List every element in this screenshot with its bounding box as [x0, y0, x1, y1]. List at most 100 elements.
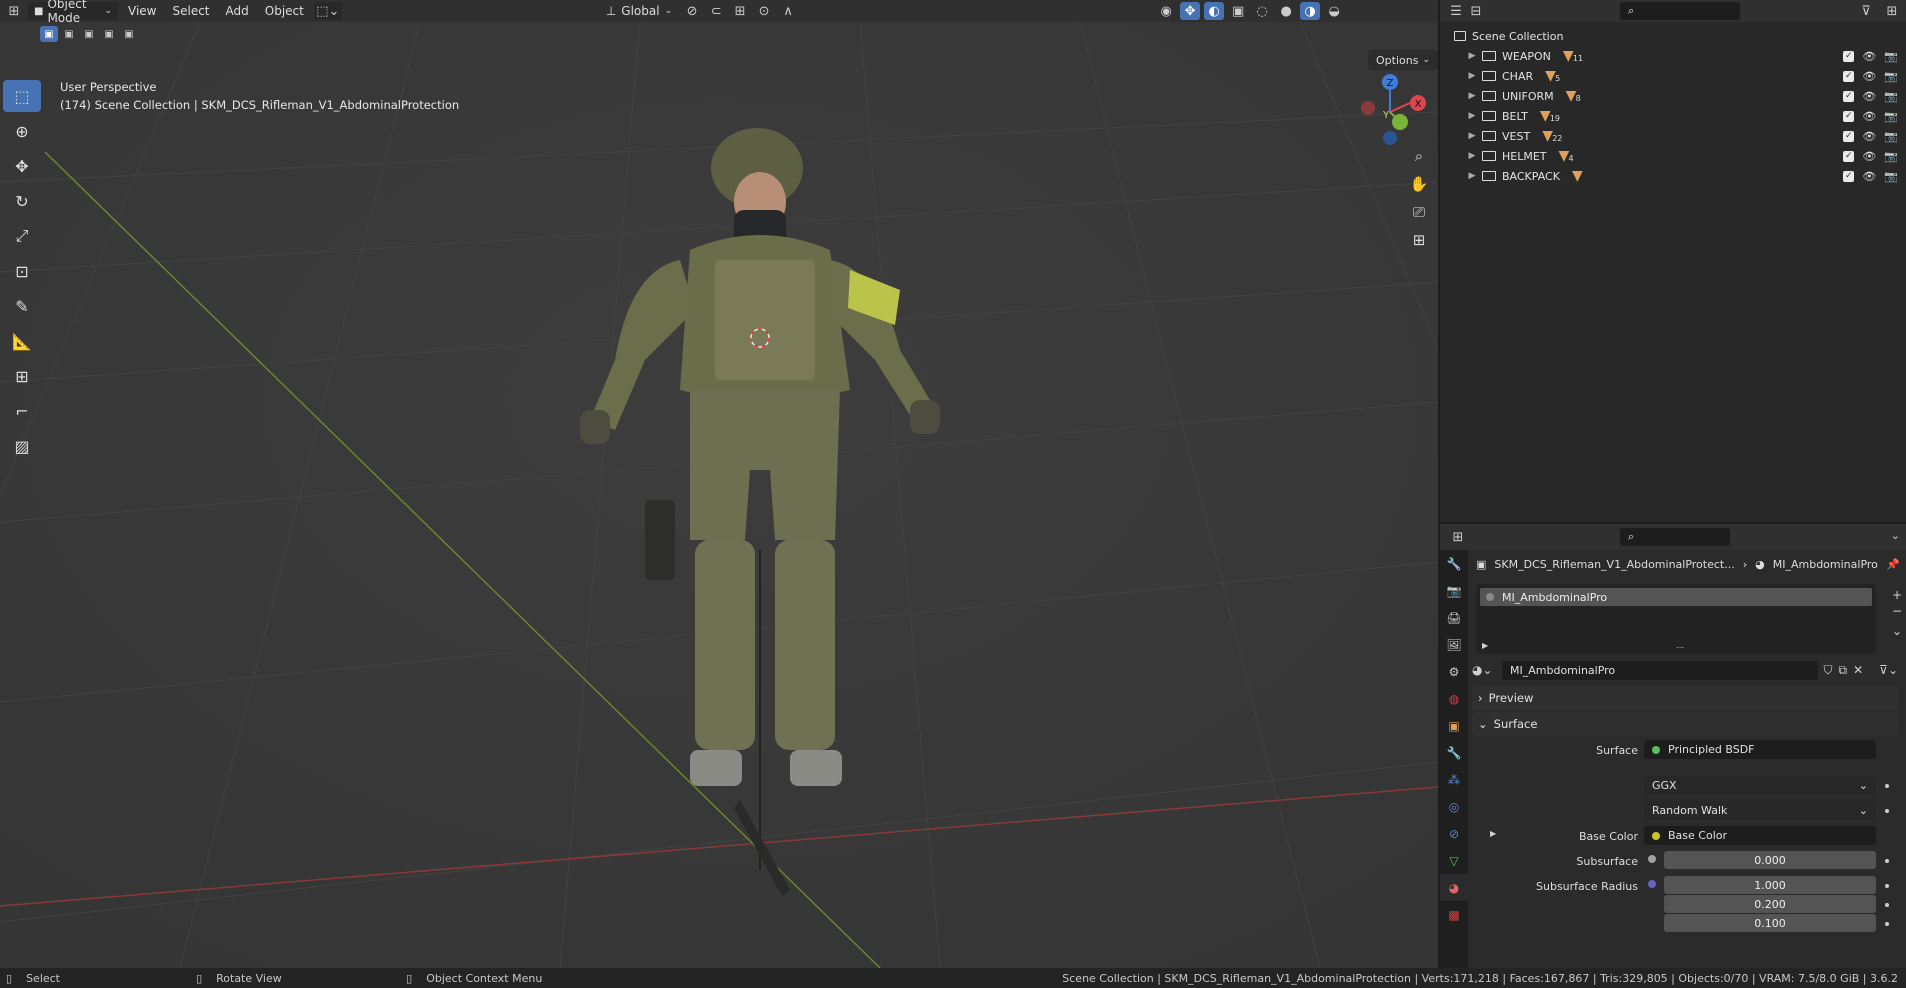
constraints-tab-icon[interactable]: ⊘ — [1440, 820, 1468, 847]
menu-object[interactable]: Object — [259, 2, 310, 20]
render-tab-icon[interactable]: 📷 — [1440, 577, 1468, 604]
pan-hand-icon[interactable]: ✋ — [1405, 170, 1433, 198]
overlay-toggle-icon[interactable]: ◐ — [1204, 2, 1225, 20]
render-camera-icon[interactable]: 📷 — [1884, 50, 1898, 63]
properties-search[interactable]: ⌕ — [1620, 528, 1730, 546]
material-name-field[interactable]: MI_AmbdominalPro — [1502, 660, 1818, 680]
xray-icon[interactable]: ▣ — [1228, 2, 1248, 20]
select-new-icon[interactable]: ▣ — [40, 26, 58, 42]
keyframe-dot[interactable] — [1885, 809, 1889, 813]
unlink-material-icon[interactable]: ✕ — [1853, 663, 1863, 677]
material-slot-item[interactable]: MI_AmbdominalPro — [1480, 588, 1872, 606]
render-camera-icon[interactable]: 📷 — [1884, 170, 1898, 183]
zoom-icon[interactable]: ⌕ — [1405, 142, 1433, 170]
exclude-checkbox[interactable]: ✓ — [1843, 50, 1855, 62]
select-invert-icon[interactable]: ▣ — [100, 26, 118, 42]
resize-handle-icon[interactable]: ⋯ — [1676, 643, 1684, 652]
outliner-item-backpack[interactable]: ▶ BACKPACK ▼ ✓ 👁 📷 — [1440, 166, 1906, 186]
navigation-gizmo[interactable]: Z X Y — [1350, 70, 1430, 150]
shading-material-icon[interactable]: ◑ — [1300, 2, 1321, 20]
outliner-item-helmet[interactable]: ▶ HELMET ▼ 4 ✓ 👁 📷 — [1440, 146, 1906, 166]
modifier-tab-icon[interactable]: 🔧 — [1440, 739, 1468, 766]
eye-icon[interactable]: 👁 — [1862, 50, 1876, 63]
slot-menu-icon[interactable]: ⌄ — [1892, 624, 1902, 638]
keyframe-dot[interactable] — [1885, 884, 1889, 888]
object-tab-icon[interactable]: ▣ — [1440, 712, 1468, 739]
shading-rendered-icon[interactable]: ◒ — [1324, 2, 1344, 20]
duplicate-material-icon[interactable]: ⧉ — [1839, 663, 1848, 678]
eye-icon[interactable]: 👁 — [1862, 150, 1876, 163]
exclude-checkbox[interactable]: ✓ — [1843, 110, 1855, 122]
transform-icon[interactable]: ⊡ — [3, 255, 41, 287]
distribution-dropdown[interactable]: GGX ⌄ — [1644, 776, 1876, 795]
chevron-down-icon[interactable]: ⌄ — [1891, 529, 1900, 542]
character-model[interactable] — [520, 110, 1020, 930]
editor-type-icon[interactable]: ⊞ — [4, 2, 24, 20]
exclude-checkbox[interactable]: ✓ — [1843, 70, 1855, 82]
pin-icon[interactable]: 📌 — [1886, 558, 1900, 571]
measure-icon[interactable]: 📐 — [3, 325, 41, 357]
editor-type-icon[interactable]: ⊞ — [1448, 528, 1468, 546]
visibility-icon[interactable]: ◉ — [1156, 2, 1176, 20]
subsurface-method-dropdown[interactable]: Random Walk ⌄ — [1644, 801, 1876, 820]
shading-solid-icon[interactable]: ● — [1276, 2, 1296, 20]
select-extend-icon[interactable]: ▣ — [60, 26, 78, 42]
expand-arrow-icon[interactable]: ▶ — [1464, 151, 1480, 161]
expand-arrow-icon[interactable]: ▶ — [1464, 111, 1480, 121]
menu-select[interactable]: Select — [166, 2, 215, 20]
texture-tab-icon[interactable]: ▩ — [1440, 901, 1468, 928]
add-cube-icon[interactable]: ⊞ — [3, 360, 41, 392]
keyframe-dot[interactable] — [1885, 784, 1889, 788]
output-tab-icon[interactable]: 🖨 — [1440, 604, 1468, 631]
remove-slot-icon[interactable]: − — [1892, 604, 1902, 618]
snap-increment-icon[interactable]: ⊞ — [730, 2, 750, 20]
options-dropdown[interactable]: Options ⌄ — [1368, 50, 1438, 70]
shear-icon[interactable]: ⌐ — [3, 395, 41, 427]
vector-socket-icon[interactable] — [1648, 880, 1656, 888]
keyframe-dot[interactable] — [1885, 922, 1889, 926]
scene-collection-row[interactable]: Scene Collection — [1440, 26, 1906, 46]
keyframe-dot[interactable] — [1885, 859, 1889, 863]
material-slot-list[interactable]: MI_AmbdominalPro ▶ ⋯ — [1476, 584, 1876, 654]
subsurface-radius-z[interactable]: 0.100 — [1664, 914, 1876, 932]
particles-tab-icon[interactable]: ⁂ — [1440, 766, 1468, 793]
browse-material-icon[interactable]: ◕⌄ — [1472, 663, 1496, 677]
outliner-item-vest[interactable]: ▶ VEST ▼ 22 ✓ 👁 📷 — [1440, 126, 1906, 146]
expand-arrow-icon[interactable]: ▶ — [1482, 641, 1488, 650]
annotate-icon[interactable]: ✎ — [3, 290, 41, 322]
expand-arrow-icon[interactable]: ▶ — [1464, 51, 1480, 61]
render-camera-icon[interactable]: 📷 — [1884, 70, 1898, 83]
expand-arrow-icon[interactable]: ▶ — [1464, 131, 1480, 141]
cursor-icon[interactable]: ⊕ — [3, 115, 41, 147]
keyframe-dot[interactable] — [1885, 903, 1889, 907]
view-layer-tab-icon[interactable]: 🖼 — [1440, 631, 1468, 658]
eye-icon[interactable]: 👁 — [1862, 90, 1876, 103]
render-camera-icon[interactable]: 📷 — [1884, 110, 1898, 123]
physics-tab-icon[interactable]: ◎ — [1440, 793, 1468, 820]
gizmo-toggle-icon[interactable]: ✥ — [1180, 2, 1201, 20]
transform-orientation-dropdown[interactable]: ⊥ Global ⌄ — [600, 2, 678, 20]
rotate-icon[interactable]: ↻ — [3, 185, 41, 217]
add-slot-icon[interactable]: + — [1892, 588, 1902, 602]
render-camera-icon[interactable]: 📷 — [1884, 90, 1898, 103]
move-icon[interactable]: ✥ — [3, 150, 41, 182]
data-tab-icon[interactable]: ▽ — [1440, 847, 1468, 874]
image-icon[interactable]: ▨ — [3, 430, 41, 462]
falloff-icon[interactable]: ∧ — [778, 2, 798, 20]
select-intersect-icon[interactable]: ▣ — [120, 26, 138, 42]
filter-icon[interactable]: ⊽ — [1856, 2, 1876, 20]
outliner-item-weapon[interactable]: ▶ WEAPON ▼ 11 ✓ 👁 📷 — [1440, 46, 1906, 66]
select-subtract-icon[interactable]: ▣ — [80, 26, 98, 42]
perspective-grid-icon[interactable]: ⊞ — [1405, 226, 1433, 254]
expand-arrow-icon[interactable]: ▶ — [1464, 171, 1480, 181]
3d-viewport[interactable]: User Perspective (174) Scene Collection … — [0, 22, 1438, 968]
snap-icon[interactable]: ⊂ — [706, 2, 726, 20]
outliner-search[interactable]: ⌕ — [1620, 2, 1740, 20]
editor-type-icon[interactable]: ☰ — [1446, 2, 1466, 20]
exclude-checkbox[interactable]: ✓ — [1843, 90, 1855, 102]
expand-arrow-icon[interactable]: ▶ — [1464, 91, 1480, 101]
new-collection-icon[interactable]: ⊞ — [1882, 2, 1902, 20]
outliner-item-belt[interactable]: ▶ BELT ▼ 19 ✓ 👁 📷 — [1440, 106, 1906, 126]
float-socket-icon[interactable] — [1648, 855, 1656, 863]
select-box-icon[interactable]: ⬚ — [3, 80, 41, 112]
